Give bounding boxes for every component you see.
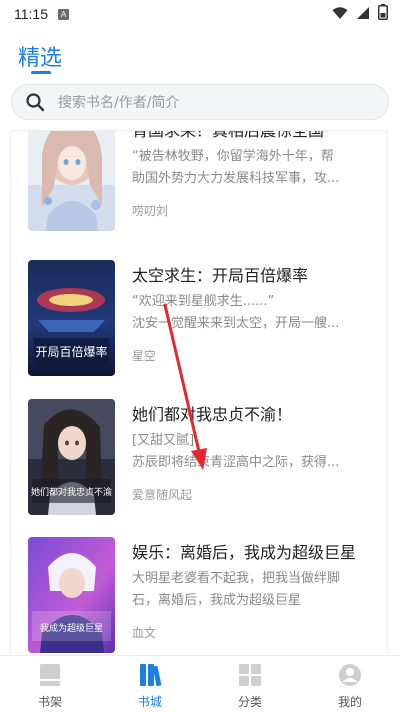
book-description-line: 苏辰即将结束青涩高中之际，获得... — [132, 455, 340, 470]
bookstore-icon — [137, 662, 163, 688]
bottom-tab-bar: 书架 书城 分类 我的 — [0, 655, 400, 712]
book-item[interactable]: 她们都对我忠贞不渝 她们都对我忠贞不渝！ [又甜又腻] 苏辰即将结束青涩高中之际… — [11, 399, 387, 519]
tab-profile[interactable]: 我的 — [300, 656, 400, 712]
anime-girl-cover[interactable] — [28, 131, 115, 231]
book-description: [又甜又腻] 苏辰即将结束青涩高中之际，获得... — [132, 430, 377, 474]
tab-label: 分类 — [237, 695, 262, 709]
page-title[interactable]: 精选 — [18, 40, 62, 72]
book-title[interactable]: 太空求生：开局百倍爆率 — [132, 262, 308, 286]
girl-portrait-cover[interactable]: 她们都对我忠贞不渝 — [28, 399, 115, 515]
book-description: “欢迎来到星舰求生......” 沈安一觉醒来来到太空，开局一艘... — [132, 291, 377, 335]
book-description-line: 沈安一觉醒来来到太空，开局一艘... — [132, 316, 340, 331]
book-title[interactable]: 娱乐：离婚后，我成为超级巨星 — [132, 539, 356, 563]
book-description-line: 石，离婚后，我成为超级巨星 — [132, 593, 302, 608]
book-description: 大明星老婆看不起我，把我当做绊脚 石，离婚后，我成为超级巨星 — [132, 568, 377, 612]
profile-icon — [337, 662, 363, 688]
book-author: 唠叨刘 — [132, 204, 169, 218]
singer-cover[interactable]: 我成为超级巨星 — [28, 537, 115, 653]
book-list[interactable]: 背国求荣？真相后震惊全国 “被告林牧野，你留学海外十年，帮 助国外势力大力发展科… — [10, 130, 388, 655]
book-item[interactable]: 背国求荣？真相后震惊全国 “被告林牧野，你留学海外十年，帮 助国外势力大力发展科… — [11, 131, 387, 235]
tab-category[interactable]: 分类 — [200, 656, 300, 712]
cover-title-text: 我成为超级巨星 — [40, 622, 103, 634]
tab-label: 书架 — [37, 695, 62, 709]
search-icon — [24, 91, 46, 113]
category-icon — [237, 662, 263, 688]
battery-icon — [378, 4, 388, 24]
title-underline — [31, 71, 51, 74]
book-description: “被告林牧野，你留学海外十年，帮 助国外势力大力发展科技军事，攻... — [132, 146, 377, 190]
book-author: 爱意随风起 — [132, 488, 193, 502]
book-title[interactable]: 背国求荣？真相后震惊全国 — [132, 131, 324, 141]
book-description-line: “被告林牧野，你留学海外十年，帮 — [132, 149, 334, 164]
tab-bookstore[interactable]: 书城 — [100, 656, 200, 712]
bookshelf-icon — [37, 662, 63, 688]
book-description-line: 大明星老婆看不起我，把我当做绊脚 — [132, 571, 341, 586]
search-placeholder: 搜索书名/作者/简介 — [58, 95, 180, 111]
status-time: 11:15 — [14, 6, 48, 22]
app-screen: 11:15 A 精选 搜索书名/作者/简介 背国求荣？真相后震惊全国 “被告林牧… — [0, 0, 400, 712]
book-item[interactable]: 我成为超级巨星 娱乐：离婚后，我成为超级巨星 大明星老婆看不起我，把我当做绊脚 … — [11, 537, 387, 655]
search-bar[interactable]: 搜索书名/作者/简介 — [11, 84, 389, 120]
book-item[interactable]: 开局百倍爆率 太空求生：开局百倍爆率 “欢迎来到星舰求生......” 沈安一觉… — [11, 260, 387, 380]
signal-icon — [356, 5, 370, 24]
status-bar: 11:15 A — [0, 0, 400, 28]
notification-icon: A — [58, 8, 69, 20]
tab-label: 我的 — [337, 695, 362, 709]
book-description-line: “欢迎来到星舰求生......” — [132, 294, 275, 309]
book-description-line: [又甜又腻] — [132, 433, 195, 448]
book-description-line: 助国外势力大力发展科技军事，攻... — [132, 171, 340, 186]
cover-title-text: 开局百倍爆率 — [35, 344, 107, 359]
cover-title-text: 她们都对我忠贞不渝 — [31, 486, 112, 498]
book-author: 星空 — [132, 349, 157, 363]
tab-label: 书城 — [137, 695, 162, 709]
book-title[interactable]: 她们都对我忠贞不渝！ — [132, 401, 292, 425]
tab-bookshelf[interactable]: 书架 — [0, 656, 100, 712]
book-author: 血文 — [132, 626, 157, 640]
status-indicators — [332, 4, 388, 24]
wifi-icon — [332, 5, 348, 24]
space-cover[interactable]: 开局百倍爆率 — [28, 260, 115, 376]
